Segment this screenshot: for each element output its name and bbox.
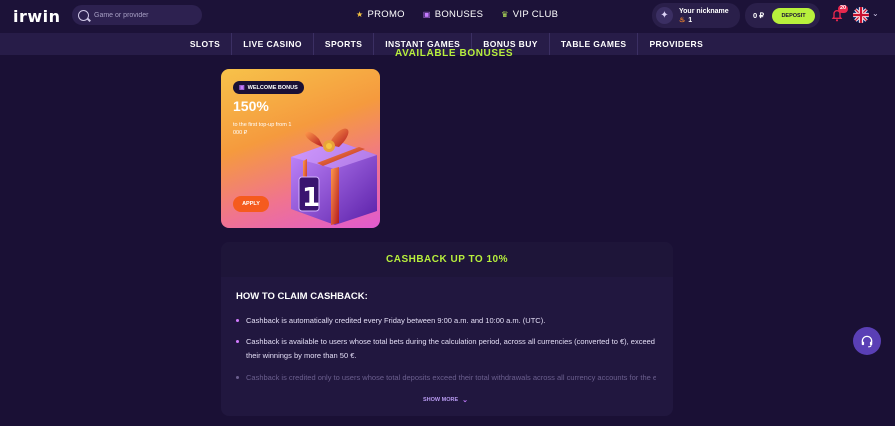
svg-text:1: 1: [302, 183, 320, 213]
deposit-button[interactable]: DEPOSIT: [772, 7, 816, 24]
logo[interactable]: irwin: [13, 7, 61, 26]
crown-icon: ♛: [501, 10, 509, 19]
cashback-bullet-1: Cashback is automatically credited every…: [236, 314, 656, 328]
category-providers[interactable]: PROVIDERS: [638, 33, 714, 55]
cashback-heading: HOW TO CLAIM CASHBACK:: [236, 291, 368, 302]
notification-badge: 20: [838, 5, 849, 13]
category-live-casino[interactable]: LIVE CASINO: [232, 33, 314, 55]
wallet-widget: 0 ₽ DEPOSIT: [745, 3, 820, 28]
nav-vip-label: VIP CLUB: [512, 9, 559, 20]
cashback-bullet-3: Cashback is credited only to users whose…: [236, 371, 656, 385]
level-value: 1: [688, 16, 693, 24]
nav-promo-label: PROMO: [367, 9, 405, 20]
show-more-label: SHOW MORE: [423, 397, 459, 403]
welcome-bonus-card: ▣ WELCOME BONUS 150% to the first top-up…: [221, 69, 380, 228]
profile-widget[interactable]: ✦ Your nickname ♨ 1: [652, 3, 740, 28]
nav-bonuses[interactable]: ▣ BONUSES: [423, 9, 483, 20]
chevron-down-icon[interactable]: ⌄: [872, 9, 879, 18]
search-input[interactable]: [94, 11, 194, 19]
section-title: AVAILABLE BONUSES: [395, 48, 514, 59]
show-more-button[interactable]: SHOW MORE ⌄: [423, 396, 468, 404]
notifications-button[interactable]: 20: [829, 5, 849, 25]
nav-promo[interactable]: ★ PROMO: [356, 9, 405, 20]
category-table-games[interactable]: TABLE GAMES: [550, 33, 639, 55]
nickname: Your nickname: [679, 7, 729, 15]
nav-bonuses-label: BONUSES: [434, 9, 484, 20]
nav-vip-club[interactable]: ♛ VIP CLUB: [501, 9, 558, 20]
category-sports[interactable]: SPORTS: [314, 33, 375, 55]
cashback-title: CASHBACK UP TO 10%: [221, 242, 673, 277]
language-flag-uk-icon[interactable]: [853, 7, 869, 23]
balance: 0 ₽: [753, 11, 765, 20]
cashback-bullet-2: Cashback is available to users whose tot…: [236, 335, 656, 363]
fire-icon: ♨: [679, 16, 686, 24]
apply-button[interactable]: APPLY: [233, 196, 269, 212]
gift-icon: ▣: [422, 10, 431, 19]
headset-icon: [861, 335, 873, 348]
category-slots[interactable]: SLOTS: [179, 33, 233, 55]
top-nav: ★ PROMO ▣ BONUSES ♛ VIP CLUB: [356, 9, 558, 20]
search-icon: [78, 9, 89, 21]
rank-icon: ✦: [656, 7, 673, 24]
support-chat-button[interactable]: [853, 327, 881, 355]
cashback-card: CASHBACK UP TO 10% HOW TO CLAIM CASHBACK…: [221, 242, 673, 416]
search-box[interactable]: [72, 5, 202, 25]
chevron-down-icon: ⌄: [462, 397, 469, 404]
top-bar: irwin ★ PROMO ▣ BONUSES ♛ VIP CLUB ✦ You…: [0, 0, 895, 33]
star-icon: ★: [356, 10, 364, 19]
